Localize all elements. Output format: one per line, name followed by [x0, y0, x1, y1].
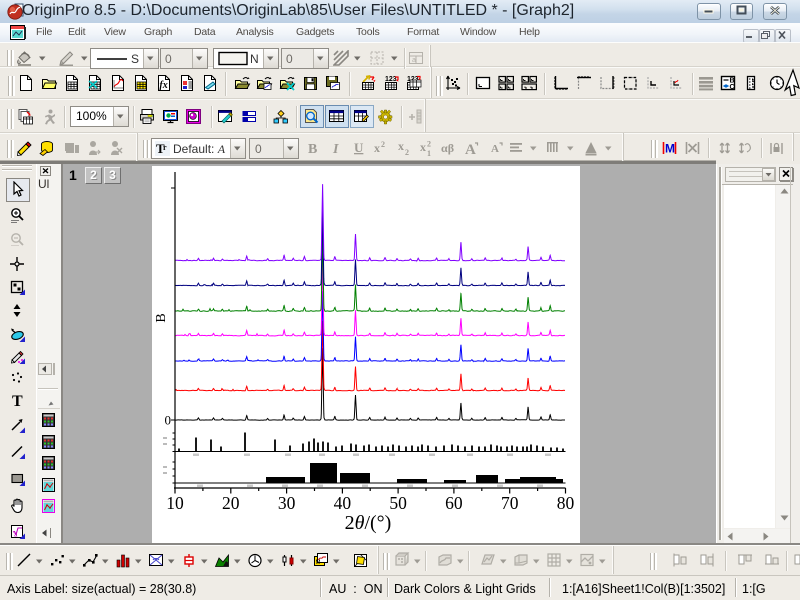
svg-text:fx: fx [159, 80, 167, 91]
svg-text:S: S [131, 52, 139, 66]
svg-text:30: 30 [278, 493, 296, 513]
svg-text:x: x [420, 140, 426, 154]
svg-text:B: B [154, 313, 169, 322]
svg-text:B: B [308, 142, 317, 157]
svg-text:20: 20 [222, 493, 240, 513]
svg-text:I: I [332, 142, 339, 157]
svg-text:40: 40 [334, 493, 352, 513]
svg-text:10: 10 [166, 493, 184, 513]
svg-text:50: 50 [389, 493, 407, 513]
svg-text:2: 2 [427, 140, 431, 149]
svg-text:r: r [163, 143, 167, 152]
svg-text:U: U [354, 140, 364, 155]
svg-text:x: x [374, 141, 380, 155]
svg-text:T: T [12, 393, 23, 409]
svg-text:M: M [665, 142, 675, 156]
svg-text:70: 70 [501, 493, 519, 513]
svg-text:0: 0 [165, 413, 172, 428]
svg-text:A: A [465, 142, 476, 157]
svg-text:N: N [250, 52, 259, 66]
svg-text:80: 80 [557, 493, 575, 513]
svg-text:2: 2 [381, 140, 385, 149]
svg-text:1: 1 [427, 149, 431, 157]
svg-text:x: x [398, 139, 404, 153]
svg-text:M: M [316, 560, 321, 566]
svg-text:A: A [491, 143, 499, 155]
svg-text:2θ/(°): 2θ/(°) [345, 512, 392, 534]
svg-text:a: a [412, 57, 416, 64]
svg-text:αβ: αβ [441, 141, 454, 155]
svg-text:60: 60 [445, 493, 463, 513]
svg-text:2: 2 [405, 148, 409, 157]
svg-text:C: C [730, 84, 735, 91]
